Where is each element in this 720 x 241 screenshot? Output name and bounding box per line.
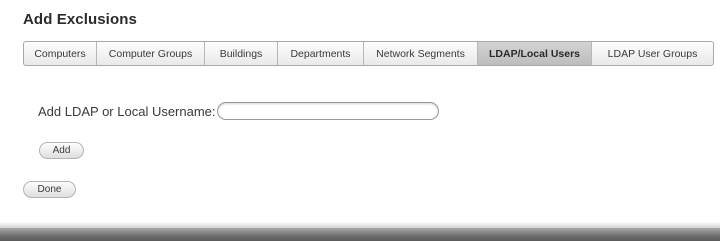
tab-ldap-user-groups[interactable]: LDAP User Groups bbox=[592, 42, 713, 65]
tab-network-segments[interactable]: Network Segments bbox=[364, 42, 478, 65]
tab-computer-groups[interactable]: Computer Groups bbox=[97, 42, 205, 65]
tab-buildings[interactable]: Buildings bbox=[205, 42, 278, 65]
page-title: Add Exclusions bbox=[23, 11, 137, 28]
tab-ldap-local-users[interactable]: LDAP/Local Users bbox=[478, 42, 592, 65]
tab-departments[interactable]: Departments bbox=[278, 42, 364, 65]
add-button[interactable]: Add bbox=[39, 142, 84, 159]
tab-computers[interactable]: Computers bbox=[24, 42, 97, 65]
window-bottom-edge bbox=[0, 222, 720, 241]
username-input[interactable] bbox=[217, 102, 439, 120]
tab-bar: Computers Computer Groups Buildings Depa… bbox=[23, 41, 714, 66]
username-label: Add LDAP or Local Username: bbox=[38, 104, 216, 119]
done-button[interactable]: Done bbox=[23, 181, 76, 198]
